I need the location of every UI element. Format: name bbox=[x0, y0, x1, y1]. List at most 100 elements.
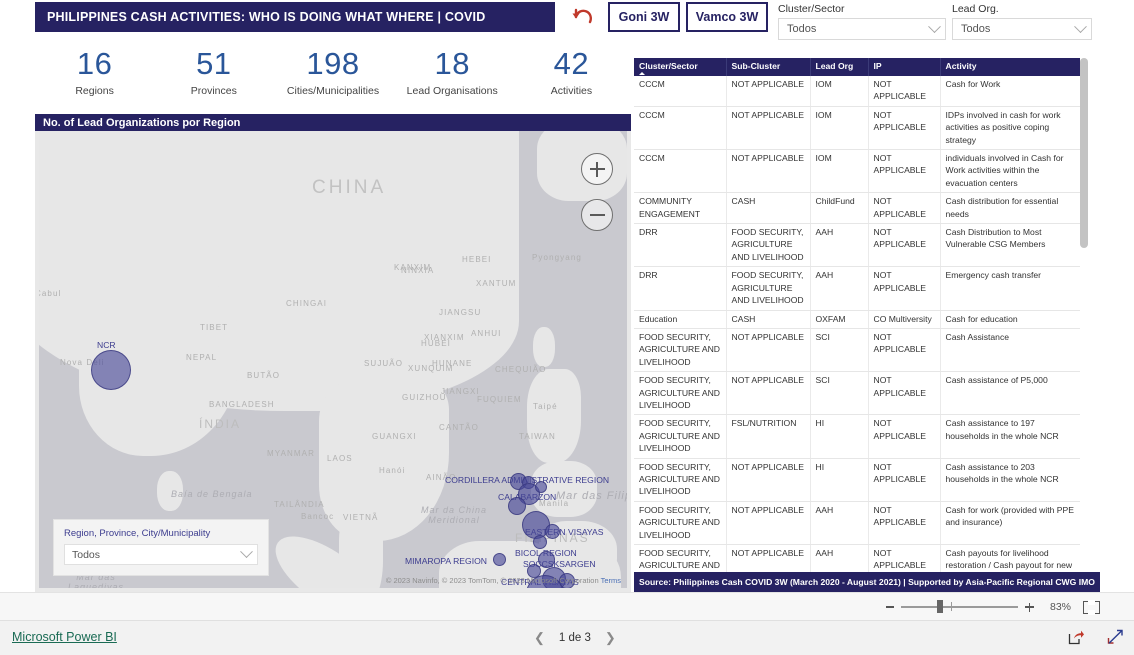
reset-filters-button[interactable] bbox=[568, 3, 598, 31]
table-header-activity[interactable]: Activity bbox=[940, 58, 1080, 76]
map-bubble[interactable] bbox=[508, 497, 526, 515]
zoom-out-icon[interactable] bbox=[886, 606, 894, 608]
cell-sub-cluster: NOT APPLICABLE bbox=[726, 458, 811, 502]
page-navigation: ❮ 1 de 3 ❯ bbox=[534, 630, 616, 646]
table-row[interactable]: FOOD SECURITY, AGRICULTURE AND LIVELIHOO… bbox=[634, 414, 1080, 459]
table-header-lead-org[interactable]: Lead Org bbox=[810, 58, 869, 76]
map-title-text: No. of Lead Organizations por Region bbox=[43, 116, 241, 129]
map-zoom-out-button[interactable] bbox=[581, 199, 613, 231]
goni-3w-button[interactable]: Goni 3W bbox=[608, 2, 680, 32]
cell-cluster-sector: FOOD SECURITY, AGRICULTURE AND LIVELIHOO… bbox=[634, 328, 727, 373]
cell-lead-org: HI bbox=[810, 458, 869, 502]
kpi-activities: 42 Activities bbox=[512, 46, 631, 112]
table-row[interactable]: FOOD SECURITY, AGRICULTURE AND LIVELIHOO… bbox=[634, 328, 1080, 373]
footer-actions bbox=[1068, 629, 1124, 650]
table-row[interactable]: FOOD SECURITY, AGRICULTURE AND LIVELIHOO… bbox=[634, 501, 1080, 546]
vamco-3w-button[interactable]: Vamco 3W bbox=[686, 2, 768, 32]
table-row[interactable]: FOOD SECURITY, AGRICULTURE AND LIVELIHOO… bbox=[634, 371, 1080, 416]
slicer-cluster-sector-dropdown[interactable]: Todos bbox=[778, 18, 946, 40]
kpi-provinces-value: 51 bbox=[196, 46, 232, 81]
goni-3w-label: Goni 3W bbox=[618, 10, 670, 24]
chevron-down-icon bbox=[1074, 19, 1087, 33]
map-bubble[interactable] bbox=[91, 350, 131, 390]
slicer-cluster-sector: Cluster/Sector Todos bbox=[778, 3, 946, 40]
map-canvas[interactable]: CHINA TIBET CHINGAI NINXIA XIANXIM SUJUÃ… bbox=[39, 131, 627, 588]
cell-ip: NOT APPLICABLE bbox=[868, 76, 941, 107]
cell-sub-cluster: NOT APPLICABLE bbox=[726, 371, 811, 416]
slicer-lead-org-dropdown[interactable]: Todos bbox=[952, 18, 1092, 40]
zoom-slider-tick bbox=[951, 602, 952, 612]
table-row[interactable]: DRR FOOD SECURITY, AGRICULTURE AND LIVEL… bbox=[634, 266, 1080, 311]
kpi-provinces: 51 Provinces bbox=[154, 46, 273, 112]
map-attribution-text: © 2023 Navinfo, © 2023 TomTom, © 2023 Mi… bbox=[385, 576, 599, 585]
table-header-sub-cluster[interactable]: Sub-Cluster bbox=[726, 58, 811, 76]
map-bubble[interactable] bbox=[535, 481, 547, 493]
fullscreen-icon[interactable] bbox=[1107, 629, 1124, 650]
map-bubble[interactable] bbox=[538, 551, 555, 568]
cell-sub-cluster: NOT APPLICABLE bbox=[726, 149, 811, 194]
table-row[interactable]: Education CASH OXFAM CO Multiversity Cas… bbox=[634, 310, 1080, 329]
table-scrollbar-thumb[interactable] bbox=[1080, 58, 1088, 248]
zoom-slider-thumb[interactable] bbox=[937, 600, 943, 614]
kpi-regions-value: 16 bbox=[76, 46, 113, 81]
landmass-luzon bbox=[527, 369, 581, 463]
cell-activity: Cash distribution for essential needs bbox=[940, 192, 1080, 225]
cell-cluster-sector: Education bbox=[634, 310, 727, 329]
cell-ip: NOT APPLICABLE bbox=[868, 192, 941, 225]
table-row[interactable]: DRR FOOD SECURITY, AGRICULTURE AND LIVEL… bbox=[634, 223, 1080, 268]
cell-cluster-sector: FOOD SECURITY, AGRICULTURE AND LIVELIHOO… bbox=[634, 501, 727, 546]
slicer-lead-org-label: Lead Org. bbox=[952, 3, 999, 15]
table-scrollbar[interactable] bbox=[1080, 58, 1088, 570]
cell-lead-org: IOM bbox=[810, 149, 869, 194]
table-row[interactable]: CCCM NOT APPLICABLE IOM NOT APPLICABLE C… bbox=[634, 76, 1080, 107]
share-icon[interactable] bbox=[1068, 629, 1085, 650]
cell-lead-org: AAH bbox=[810, 501, 869, 546]
source-note-banner: Source: Philippines Cash COVID 3W (March… bbox=[634, 572, 1100, 592]
kpi-lead-organisations-value: 18 bbox=[434, 46, 470, 81]
zoom-slider-track[interactable] bbox=[901, 600, 1018, 614]
fit-to-page-icon[interactable] bbox=[1083, 599, 1100, 615]
kpi-activities-caption: Activities bbox=[550, 85, 593, 97]
chevron-right-icon[interactable]: ❯ bbox=[605, 630, 616, 646]
table-header-cluster-sector[interactable]: Cluster/Sector bbox=[634, 58, 727, 76]
table-row[interactable]: FOOD SECURITY, AGRICULTURE AND LIVELIHOO… bbox=[634, 458, 1080, 502]
table-row[interactable]: COMMUNITY ENGAGEMENT CASH ChildFund NOT … bbox=[634, 192, 1080, 225]
map-attribution: © 2023 Navinfo, © 2023 TomTom, © 2023 Mi… bbox=[386, 576, 621, 585]
cell-lead-org: AAH bbox=[810, 266, 869, 311]
map-bubble[interactable] bbox=[545, 524, 560, 539]
chevron-left-icon[interactable]: ❮ bbox=[534, 630, 545, 646]
cell-lead-org: OXFAM bbox=[810, 310, 869, 329]
cell-cluster-sector: DRR bbox=[634, 223, 727, 268]
map-bubble[interactable] bbox=[533, 535, 547, 549]
cell-activity: Cash Assistance bbox=[940, 328, 1080, 373]
map-bubble[interactable] bbox=[493, 553, 506, 566]
slicer-region-value: Todos bbox=[72, 548, 101, 561]
powerbi-brand-link[interactable]: Microsoft Power BI bbox=[12, 630, 117, 644]
kpi-regions-caption: Regions bbox=[75, 85, 114, 97]
cell-cluster-sector: COMMUNITY ENGAGEMENT bbox=[634, 192, 727, 225]
map-terms-link[interactable]: Terms bbox=[601, 576, 621, 585]
report-title-banner: PHILIPPINES CASH ACTIVITIES: WHO IS DOIN… bbox=[35, 2, 555, 32]
map-zoom-in-button[interactable] bbox=[581, 153, 613, 185]
viewer-footer: Microsoft Power BI ❮ 1 de 3 ❯ bbox=[0, 620, 1134, 655]
cell-sub-cluster: NOT APPLICABLE bbox=[726, 106, 811, 151]
table-row[interactable]: CCCM NOT APPLICABLE IOM NOT APPLICABLE i… bbox=[634, 149, 1080, 194]
slicer-lead-org-value: Todos bbox=[961, 23, 991, 35]
vamco-3w-label: Vamco 3W bbox=[695, 10, 759, 24]
slicer-region-dropdown[interactable]: Todos bbox=[64, 544, 258, 565]
cell-ip: NOT APPLICABLE bbox=[868, 223, 941, 268]
powerbi-report-viewer: PHILIPPINES CASH ACTIVITIES: WHO IS DOIN… bbox=[0, 0, 1134, 655]
activities-table-visual: Cluster/Sector Sub-Cluster Lead Org IP A… bbox=[634, 58, 1100, 644]
zoom-in-icon[interactable] bbox=[1025, 602, 1034, 612]
kpi-row: 16 Regions 51 Provinces 198 Cities/Munic… bbox=[35, 46, 631, 112]
kpi-lead-organisations-caption: Lead Organisations bbox=[406, 85, 498, 97]
cell-ip: NOT APPLICABLE bbox=[868, 371, 941, 416]
cell-ip: NOT APPLICABLE bbox=[868, 328, 941, 373]
cell-cluster-sector: CCCM bbox=[634, 76, 727, 107]
page-indicator: 1 de 3 bbox=[558, 632, 591, 644]
kpi-cities-caption: Cities/Municipalities bbox=[286, 85, 380, 97]
table-row[interactable]: CCCM NOT APPLICABLE IOM NOT APPLICABLE I… bbox=[634, 106, 1080, 151]
cell-ip: NOT APPLICABLE bbox=[868, 414, 941, 459]
cell-sub-cluster: CASH bbox=[726, 192, 811, 225]
table-header-ip[interactable]: IP bbox=[868, 58, 941, 76]
